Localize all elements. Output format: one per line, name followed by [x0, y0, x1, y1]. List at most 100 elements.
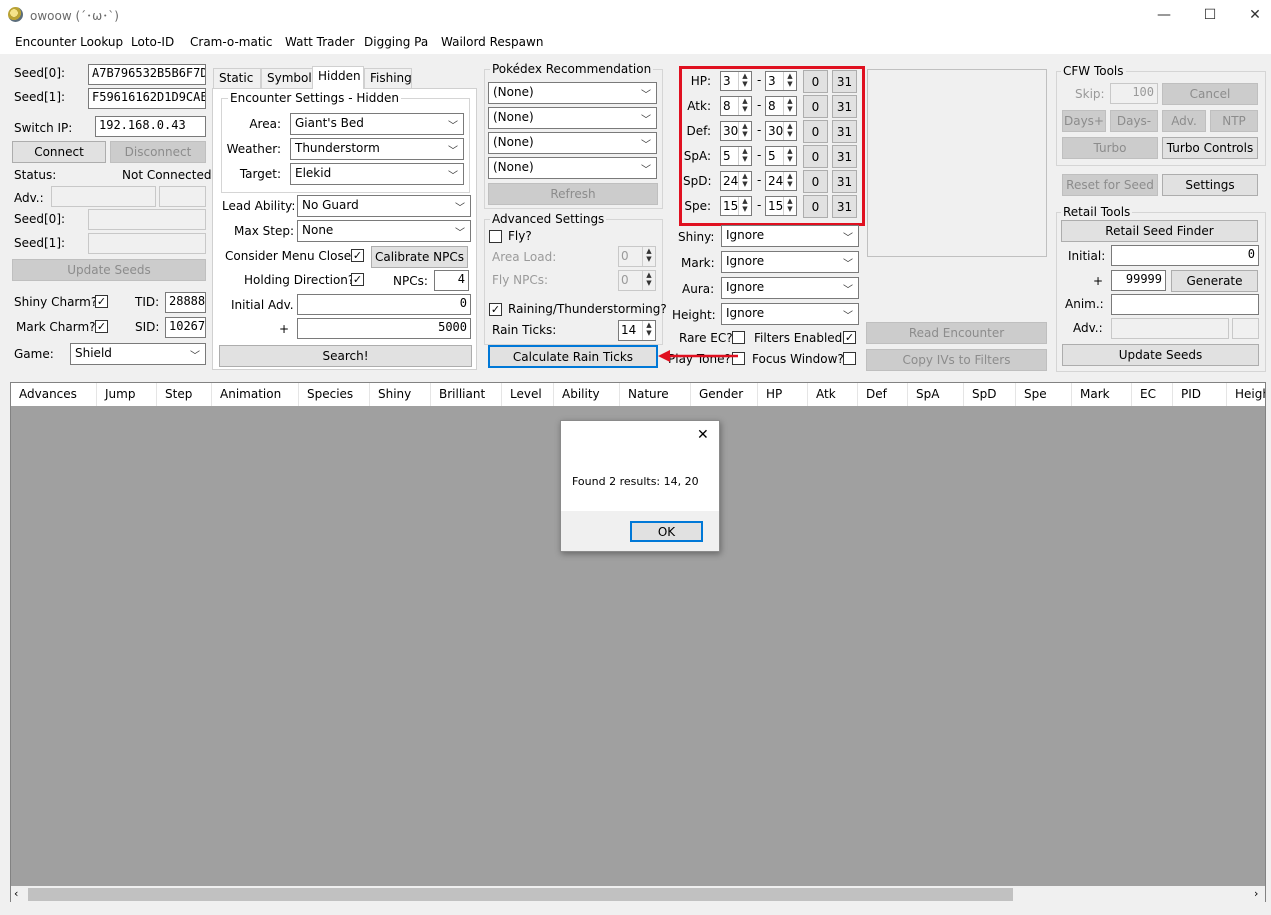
scrollbar-thumb[interactable] — [28, 888, 1013, 901]
column-header-mark[interactable]: Mark — [1072, 383, 1132, 406]
menu-wailord-respawn[interactable]: Wailord Respawn — [441, 35, 543, 49]
disconnect-button[interactable]: Disconnect — [110, 141, 206, 163]
column-header-nature[interactable]: Nature — [620, 383, 691, 406]
holding-direction-checkbox[interactable]: ✓ — [351, 273, 364, 286]
iv-5-max-spinner[interactable]: 15 ▲ ▼ — [765, 196, 797, 216]
lead-ability-dropdown[interactable]: No Guard ﹀ — [297, 195, 471, 217]
iv-2-max-button[interactable]: 31 — [832, 120, 857, 143]
initial-adv-field[interactable]: 0 — [297, 294, 471, 315]
spinner-arrows-icon[interactable]: ▲ ▼ — [642, 247, 655, 266]
weather-dropdown[interactable]: Thunderstorm ﹀ — [290, 138, 464, 160]
spinner-arrows-icon[interactable]: ▲ ▼ — [783, 197, 796, 215]
pokedex-dropdown-1[interactable]: (None) ﹀ — [488, 82, 657, 104]
iv-3-max-button[interactable]: 31 — [832, 145, 857, 168]
adv-button[interactable]: Adv. — [1162, 110, 1206, 132]
iv-2-zero-button[interactable]: 0 — [803, 120, 828, 143]
rain-ticks-spinner[interactable]: 14 ▲ ▼ — [618, 320, 656, 341]
iv-4-max-spinner[interactable]: 24 ▲ ▼ — [765, 171, 797, 191]
mark-filter-dropdown[interactable]: Ignore ﹀ — [721, 251, 859, 273]
connect-button[interactable]: Connect — [12, 141, 106, 163]
iv-3-min-spinner[interactable]: 5 ▲ ▼ — [720, 146, 752, 166]
menu-close-checkbox[interactable]: ✓ — [351, 249, 364, 262]
iv-4-zero-button[interactable]: 0 — [803, 170, 828, 193]
shiny-charm-checkbox[interactable]: ✓ — [95, 295, 108, 308]
sid-field[interactable]: 10267 — [165, 317, 206, 338]
generate-button[interactable]: Generate — [1171, 270, 1258, 292]
advance-range-field[interactable]: 5000 — [297, 318, 471, 339]
menu-loto-id[interactable]: Loto-ID — [131, 35, 174, 49]
turbo-button[interactable]: Turbo — [1062, 137, 1158, 159]
target-dropdown[interactable]: Elekid ﹀ — [290, 163, 464, 185]
close-window-button[interactable]: ✕ — [1232, 0, 1271, 30]
cancel-button[interactable]: Cancel — [1162, 83, 1258, 105]
column-header-gender[interactable]: Gender — [691, 383, 758, 406]
search-button[interactable]: Search! — [219, 345, 472, 367]
fly-npcs-spinner[interactable]: 0 ▲ ▼ — [618, 270, 656, 291]
shiny-filter-dropdown[interactable]: Ignore ﹀ — [721, 225, 859, 247]
iv-4-min-spinner[interactable]: 24 ▲ ▼ — [720, 171, 752, 191]
skip-field[interactable]: 100 — [1110, 83, 1158, 104]
column-header-level[interactable]: Level — [502, 383, 554, 406]
spinner-arrows-icon[interactable]: ▲ ▼ — [738, 197, 751, 215]
retail-range-field[interactable]: 99999 — [1111, 270, 1166, 291]
spinner-arrows-icon[interactable]: ▲ ▼ — [738, 72, 751, 90]
column-header-shiny[interactable]: Shiny — [370, 383, 431, 406]
column-header-spe[interactable]: Spe — [1016, 383, 1072, 406]
column-header-spd[interactable]: SpD — [964, 383, 1016, 406]
tab-symbol[interactable]: Symbol — [261, 68, 313, 88]
focus-window-checkbox[interactable] — [843, 352, 856, 365]
fly-checkbox[interactable] — [489, 230, 502, 243]
anim-field[interactable] — [1111, 294, 1259, 315]
menu-digging-pa[interactable]: Digging Pa — [364, 35, 428, 49]
spinner-arrows-icon[interactable]: ▲ ▼ — [738, 122, 751, 140]
refresh-button[interactable]: Refresh — [488, 183, 658, 205]
iv-4-max-button[interactable]: 31 — [832, 170, 857, 193]
raining-checkbox[interactable]: ✓ — [489, 303, 502, 316]
mark-charm-checkbox[interactable]: ✓ — [95, 320, 108, 333]
retail-seed-finder-button[interactable]: Retail Seed Finder — [1061, 220, 1258, 242]
column-header-advances[interactable]: Advances — [11, 383, 97, 406]
iv-1-max-spinner[interactable]: 8 ▲ ▼ — [765, 96, 797, 116]
iv-5-zero-button[interactable]: 0 — [803, 195, 828, 218]
spinner-arrows-icon[interactable]: ▲ ▼ — [783, 72, 796, 90]
column-header-ability[interactable]: Ability — [554, 383, 620, 406]
switch-ip-field[interactable]: 192.168.0.43 — [95, 116, 206, 137]
spinner-arrows-icon[interactable]: ▲ ▼ — [738, 97, 751, 115]
iv-0-zero-button[interactable]: 0 — [803, 70, 828, 93]
iv-5-min-spinner[interactable]: 15 ▲ ▼ — [720, 196, 752, 216]
max-step-dropdown[interactable]: None ﹀ — [297, 220, 471, 242]
spinner-arrows-icon[interactable]: ▲ ▼ — [642, 271, 655, 290]
iv-0-max-button[interactable]: 31 — [832, 70, 857, 93]
scroll-left-icon[interactable]: ‹ — [14, 887, 18, 900]
column-header-species[interactable]: Species — [299, 383, 370, 406]
game-dropdown[interactable]: Shield ﹀ — [70, 343, 206, 365]
spinner-arrows-icon[interactable]: ▲ ▼ — [738, 147, 751, 165]
spinner-arrows-icon[interactable]: ▲ ▼ — [783, 147, 796, 165]
tid-field[interactable]: 28888 — [165, 292, 206, 313]
height-filter-dropdown[interactable]: Ignore ﹀ — [721, 303, 859, 325]
tab-static[interactable]: Static — [213, 68, 261, 88]
spinner-arrows-icon[interactable]: ▲ ▼ — [738, 172, 751, 190]
npcs-field[interactable]: 4 — [434, 270, 469, 291]
column-header-step[interactable]: Step — [157, 383, 212, 406]
column-header-atk[interactable]: Atk — [808, 383, 858, 406]
days-minus-button[interactable]: Days- — [1110, 110, 1158, 132]
scroll-right-icon[interactable]: › — [1254, 887, 1258, 900]
column-header-spa[interactable]: SpA — [908, 383, 964, 406]
iv-2-min-spinner[interactable]: 30 ▲ ▼ — [720, 121, 752, 141]
iv-1-zero-button[interactable]: 0 — [803, 95, 828, 118]
spinner-arrows-icon[interactable]: ▲ ▼ — [783, 97, 796, 115]
calculate-rain-ticks-button[interactable]: Calculate Rain Ticks — [488, 345, 658, 368]
days-plus-button[interactable]: Days+ — [1062, 110, 1106, 132]
menu-cram-o-matic[interactable]: Cram-o-matic — [190, 35, 272, 49]
column-header-ec[interactable]: EC — [1132, 383, 1173, 406]
dialog-ok-button[interactable]: OK — [630, 521, 703, 542]
column-header-heigh[interactable]: Heigh — [1227, 383, 1265, 406]
column-header-pid[interactable]: PID — [1173, 383, 1227, 406]
tab-hidden[interactable]: Hidden — [312, 66, 364, 89]
spinner-arrows-icon[interactable]: ▲ ▼ — [783, 172, 796, 190]
ntp-button[interactable]: NTP — [1210, 110, 1258, 132]
menu-watt-trader[interactable]: Watt Trader — [285, 35, 354, 49]
iv-3-max-spinner[interactable]: 5 ▲ ▼ — [765, 146, 797, 166]
minimize-button[interactable]: — — [1141, 0, 1187, 30]
